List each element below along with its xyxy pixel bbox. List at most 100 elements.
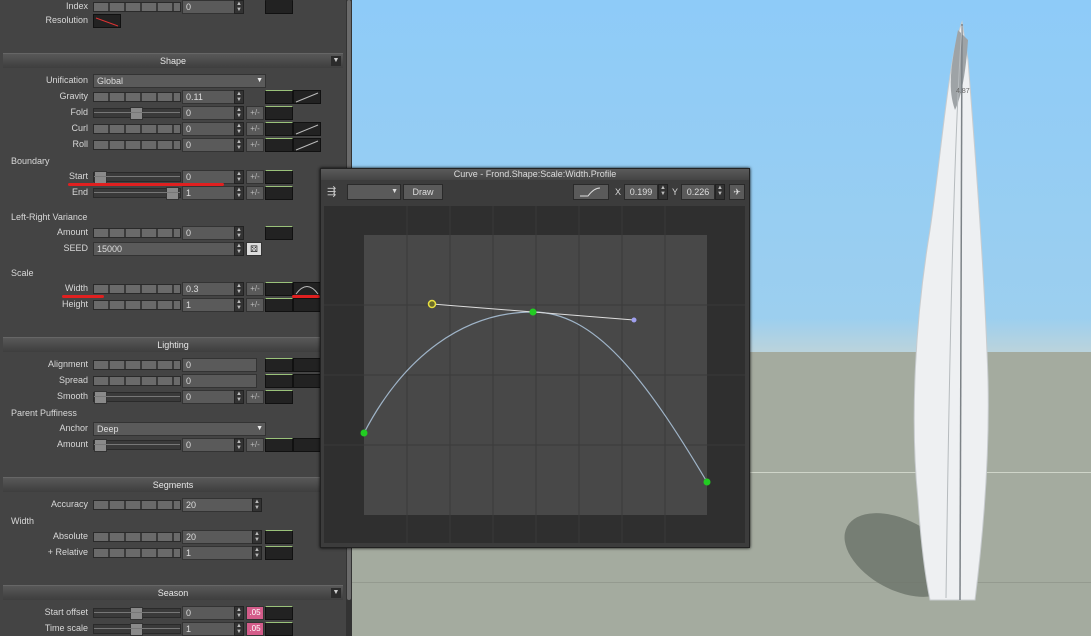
accuracy-spinner[interactable]: ▲ ▼ (252, 498, 262, 512)
relative-value[interactable]: 1 (182, 546, 257, 560)
curl-value[interactable]: 0 (182, 122, 239, 136)
start-variance-button[interactable]: +/- (246, 170, 264, 184)
absolute-spinner[interactable]: ▲ ▼ (252, 530, 262, 544)
roll-variance-button[interactable]: +/- (246, 138, 264, 152)
smooth-swatch[interactable] (265, 390, 293, 404)
start-offset-season-button[interactable]: .05 (246, 606, 264, 620)
collapse-icon[interactable]: ▼ (331, 588, 341, 598)
width-swatch[interactable] (265, 282, 293, 296)
smooth-spinner[interactable]: ▲ ▼ (234, 390, 244, 404)
end-spinner[interactable]: ▲ ▼ (234, 186, 244, 200)
height-swatch[interactable] (265, 298, 293, 312)
pin-icon[interactable]: ✈ (729, 184, 745, 200)
gravity-swatch[interactable] (265, 90, 293, 104)
roll-value[interactable]: 0 (182, 138, 239, 152)
seed-input[interactable]: 15000 (93, 242, 240, 256)
curve-editor-window[interactable]: Curve - Frond.Shape:Scale:Width.Profile … (320, 168, 750, 548)
time-scale-value[interactable]: 1 (182, 622, 239, 636)
puffiness-swatch[interactable] (265, 438, 293, 452)
curl-slider[interactable] (93, 124, 181, 134)
curl-swatch[interactable] (265, 122, 293, 136)
draw-button[interactable]: Draw (403, 184, 443, 200)
time-scale-season-button[interactable]: .05 (246, 622, 264, 636)
smooth-slider[interactable] (93, 391, 181, 404)
end-swatch[interactable] (265, 186, 293, 200)
start-offset-swatch[interactable] (265, 606, 293, 620)
lr-amount-swatch[interactable] (265, 226, 293, 240)
accuracy-slider[interactable] (93, 500, 181, 510)
curl-curve-button[interactable] (293, 122, 321, 136)
end-variance-button[interactable]: +/- (246, 186, 264, 200)
lr-amount-value[interactable]: 0 (182, 226, 239, 240)
curve-window-title[interactable]: Curve - Frond.Shape:Scale:Width.Profile (321, 169, 749, 180)
puffiness-variance-button[interactable]: +/- (246, 438, 264, 452)
width-slider[interactable] (93, 284, 181, 294)
puffiness-amount-spinner[interactable]: ▲ ▼ (234, 438, 244, 452)
smooth-value[interactable]: 0 (182, 390, 239, 404)
roll-curve-button[interactable] (293, 138, 321, 152)
curl-variance-button[interactable]: +/- (246, 122, 264, 136)
height-value[interactable]: 1 (182, 298, 239, 312)
collapse-icon[interactable]: ▼ (331, 56, 341, 66)
puffiness-amount-slider[interactable] (93, 439, 181, 452)
lr-amount-spinner[interactable]: ▲ ▼ (234, 226, 244, 240)
start-value[interactable]: 0 (182, 170, 239, 184)
alignment-slider[interactable] (93, 360, 181, 370)
resolution-curve-button[interactable] (93, 14, 121, 28)
roll-slider[interactable] (93, 140, 181, 150)
start-spinner[interactable]: ▲ ▼ (234, 170, 244, 184)
y-spinner[interactable]: ▲ ▼ (715, 184, 725, 200)
spread-value[interactable]: 0 (182, 374, 257, 388)
puffiness-curve-button[interactable] (293, 438, 321, 452)
alignment-swatch[interactable] (265, 358, 293, 372)
spread-swatch[interactable] (265, 374, 293, 388)
time-scale-spinner[interactable]: ▲ ▼ (234, 622, 244, 636)
fold-value[interactable]: 0 (182, 106, 239, 120)
puffiness-amount-value[interactable]: 0 (182, 438, 239, 452)
start-swatch[interactable] (265, 170, 293, 184)
gravity-value[interactable]: 0.11 (182, 90, 239, 104)
fold-swatch[interactable] (265, 106, 293, 120)
start-offset-slider[interactable] (93, 607, 181, 620)
index-slider[interactable] (93, 2, 181, 12)
anchor-dropdown[interactable]: Deep ▼ (93, 422, 266, 436)
curve-shape-dropdown[interactable] (573, 184, 609, 200)
dice-icon[interactable]: ⚄ (246, 242, 262, 256)
width-value[interactable]: 0.3 (182, 282, 239, 296)
curve-preset-dropdown[interactable]: ▼ (347, 184, 401, 200)
curve-plot-area[interactable] (324, 206, 745, 543)
time-scale-slider[interactable] (93, 623, 181, 636)
shape-section-header[interactable]: Shape ▼ (3, 53, 343, 68)
fold-spinner[interactable]: ▲ ▼ (234, 106, 244, 120)
segments-section-header[interactable]: Segments (3, 477, 343, 492)
index-value[interactable]: 0 (182, 0, 239, 14)
width-spinner[interactable]: ▲ ▼ (234, 282, 244, 296)
roll-spinner[interactable]: ▲ ▼ (234, 138, 244, 152)
curl-spinner[interactable]: ▲ ▼ (234, 122, 244, 136)
x-value-input[interactable]: 0.199 (624, 184, 658, 200)
spread-curve-button[interactable] (293, 374, 321, 388)
smooth-variance-button[interactable]: +/- (246, 390, 264, 404)
fit-view-icon[interactable]: ⇶ (327, 185, 336, 198)
y-value-input[interactable]: 0.226 (681, 184, 715, 200)
height-curve-button[interactable] (293, 298, 321, 312)
relative-spinner[interactable]: ▲ ▼ (252, 546, 262, 560)
end-value[interactable]: 1 (182, 186, 239, 200)
absolute-value[interactable]: 20 (182, 530, 257, 544)
lr-amount-slider[interactable] (93, 228, 181, 238)
start-slider[interactable] (93, 171, 181, 184)
season-section-header[interactable]: Season ▼ (3, 585, 343, 600)
fold-variance-button[interactable]: +/- (246, 106, 264, 120)
fold-slider[interactable] (93, 107, 181, 120)
time-scale-swatch[interactable] (265, 622, 293, 636)
width-curve-button[interactable] (293, 282, 321, 296)
unification-dropdown[interactable]: Global ▼ (93, 74, 266, 88)
absolute-swatch[interactable] (265, 530, 293, 544)
accuracy-value[interactable]: 20 (182, 498, 257, 512)
index-spinner[interactable]: ▲ ▼ (234, 0, 244, 14)
alignment-value[interactable]: 0 (182, 358, 257, 372)
x-spinner[interactable]: ▲ ▼ (658, 184, 668, 200)
gravity-slider[interactable] (93, 92, 181, 102)
relative-slider[interactable] (93, 548, 181, 558)
height-variance-button[interactable]: +/- (246, 298, 264, 312)
